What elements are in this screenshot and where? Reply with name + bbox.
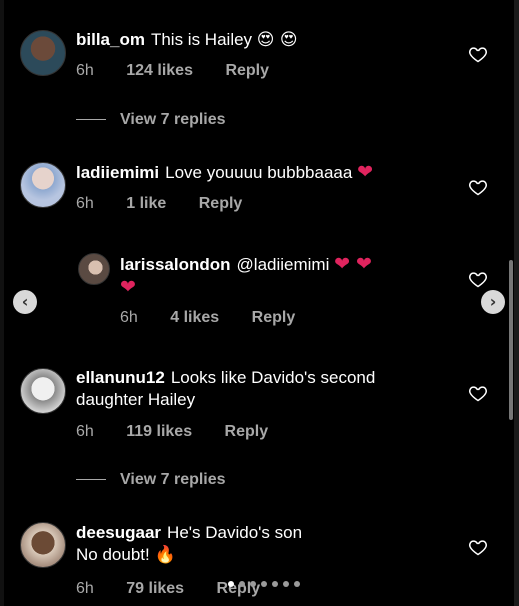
comment-likes[interactable]: 4 likes <box>170 309 219 326</box>
comment-time: 6h <box>120 309 138 326</box>
view-replies-button[interactable]: View 7 replies <box>76 471 226 489</box>
comment-time: 6h <box>76 580 94 597</box>
comment-text: larissalondon @ladiiemimi ❤ ❤ ❤ <box>120 253 420 299</box>
comment-meta: 6h 1 like Reply <box>76 195 270 213</box>
red-heart-emoji: ❤ <box>120 276 136 298</box>
comment-meta: 6h 4 likes Reply <box>120 309 323 327</box>
comment-time: 6h <box>76 195 94 212</box>
comment-likes[interactable]: 1 like <box>126 195 166 212</box>
like-heart-icon[interactable] <box>468 383 488 403</box>
avatar[interactable] <box>78 253 110 285</box>
reply-button[interactable]: Reply <box>199 195 243 212</box>
view-replies-button[interactable]: View 7 replies <box>76 111 226 129</box>
comment-time: 6h <box>76 423 94 440</box>
prev-arrow-button[interactable]: ‹ <box>13 290 37 314</box>
right-edge <box>514 0 519 606</box>
comment-likes[interactable]: 119 likes <box>126 423 192 440</box>
like-heart-icon[interactable] <box>468 177 488 197</box>
avatar[interactable] <box>20 368 66 414</box>
comment-message: Love youuuu bubbbaaaa <box>165 163 353 182</box>
heart-eyes-emoji: 😍 😍 <box>256 30 298 50</box>
carousel-dot <box>294 581 300 587</box>
carousel-dot-active <box>228 581 234 587</box>
comment-likes[interactable]: 124 likes <box>126 62 193 79</box>
comment-time: 6h <box>76 62 94 79</box>
avatar[interactable] <box>20 522 66 568</box>
like-heart-icon[interactable] <box>468 537 488 557</box>
comment-username[interactable]: ladiiemimi <box>76 163 159 182</box>
like-heart-icon[interactable] <box>468 269 488 289</box>
red-heart-emoji: ❤ <box>357 161 373 183</box>
avatar[interactable] <box>20 162 66 208</box>
carousel-dots <box>228 581 300 589</box>
reply-button[interactable]: Reply <box>225 423 269 440</box>
red-heart-emoji: ❤ ❤ <box>334 253 372 275</box>
reply-button[interactable]: Reply <box>225 62 269 79</box>
comment-message: He's Davido's son <box>167 523 303 542</box>
carousel-dot <box>272 581 278 587</box>
comment-username[interactable]: billa_om <box>76 30 145 49</box>
comment-meta: 6h 124 likes Reply <box>76 62 297 80</box>
reply-button[interactable]: Reply <box>252 309 296 326</box>
replies-divider <box>76 119 106 121</box>
comment-username[interactable]: larissalondon <box>120 255 231 274</box>
comment-username[interactable]: deesugaar <box>76 523 161 542</box>
carousel-dot <box>239 581 245 587</box>
carousel-dot <box>250 581 256 587</box>
carousel-dot <box>283 581 289 587</box>
fire-emoji: 🔥 <box>154 545 176 565</box>
comment-text: deesugaar He's Davido's son No doubt! 🔥 <box>76 522 456 566</box>
comment-username[interactable]: ellanunu12 <box>76 368 165 387</box>
comment-text: billa_om This is Hailey 😍 😍 <box>76 29 298 51</box>
comment-meta: 6h 119 likes Reply <box>76 423 296 441</box>
comments-panel: billa_om This is Hailey 😍 😍 6h 124 likes … <box>0 0 519 606</box>
scrollbar[interactable] <box>509 260 513 420</box>
like-heart-icon[interactable] <box>468 44 488 64</box>
comment-message-line2: daughter Hailey <box>76 390 196 409</box>
comment-message: Looks like Davido's second <box>170 368 376 387</box>
left-edge <box>0 0 4 606</box>
replies-divider <box>76 479 106 481</box>
comment-text: ellanunu12 Looks like Davido's second dau… <box>76 367 456 411</box>
comment-message: This is Hailey <box>150 30 253 49</box>
avatar[interactable] <box>20 30 66 76</box>
comment-message-line2: No doubt! <box>76 545 150 564</box>
carousel-dot <box>261 581 267 587</box>
comment-message: @ladiiemimi <box>236 255 330 274</box>
comment-text: ladiiemimi Love youuuu bubbbaaaa ❤ <box>76 161 373 184</box>
comment-likes[interactable]: 79 likes <box>126 580 184 597</box>
next-arrow-button[interactable]: › <box>481 290 505 314</box>
